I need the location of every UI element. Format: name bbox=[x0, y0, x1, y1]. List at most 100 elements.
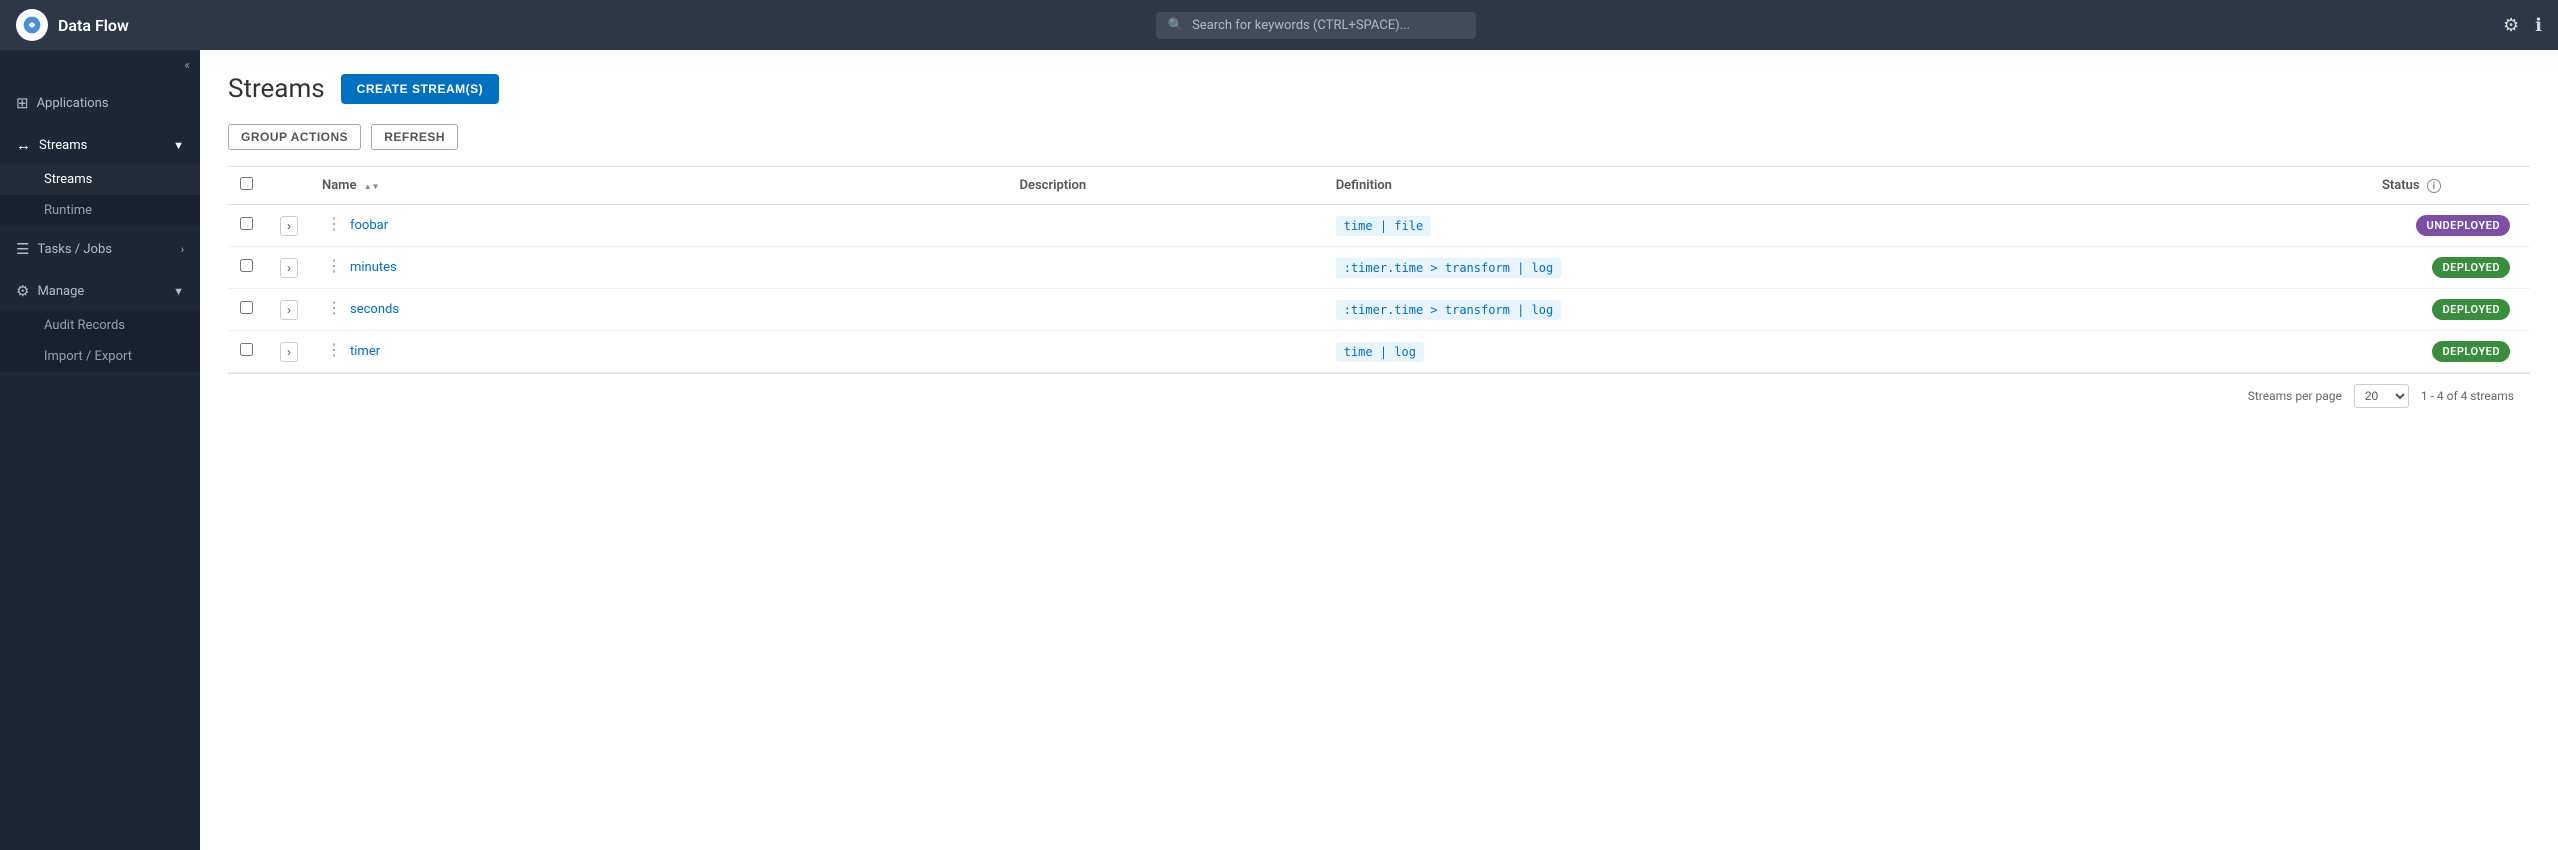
row-checkbox[interactable] bbox=[240, 301, 253, 314]
stream-name-link[interactable]: timer bbox=[350, 344, 380, 359]
action-bar: GROUP ACTIONS REFRESH bbox=[228, 124, 2530, 150]
row-status-cell: DEPLOYED bbox=[2370, 331, 2530, 373]
status-info-icon[interactable]: i bbox=[2427, 179, 2441, 193]
streams-submenu: Streams Runtime bbox=[0, 164, 200, 226]
row-menu-cell: ⋮ timer bbox=[310, 331, 1008, 371]
row-def-cell: time | log bbox=[1324, 331, 2370, 373]
row-checkbox[interactable] bbox=[240, 343, 253, 356]
row-desc-cell bbox=[1008, 205, 1324, 247]
row-checkbox-cell bbox=[228, 289, 268, 331]
definition-tag: time | log bbox=[1336, 342, 1424, 362]
row-expand-cell: › bbox=[268, 205, 310, 247]
create-streams-button[interactable]: CREATE STREAM(S) bbox=[341, 74, 499, 104]
tasks-icon: ☰ bbox=[16, 240, 29, 258]
pagination-bar: Streams per page 20 50 100 1 - 4 of 4 st… bbox=[228, 373, 2530, 418]
sidebar-item-manage[interactable]: ⚙ Manage ▼ bbox=[0, 272, 200, 310]
sidebar-tasks-section: ☰ Tasks / Jobs › bbox=[0, 230, 200, 268]
col-def-header: Definition bbox=[1324, 167, 2370, 205]
row-menu-cell: ⋮ seconds bbox=[310, 289, 1008, 329]
row-checkbox[interactable] bbox=[240, 217, 253, 230]
sidebar-item-audit-records[interactable]: Audit Records bbox=[0, 310, 200, 341]
row-status-cell: UNDEPLOYED bbox=[2370, 205, 2530, 247]
refresh-button[interactable]: REFRESH bbox=[371, 124, 458, 150]
row-menu-cell: ⋮ minutes bbox=[310, 247, 1008, 287]
app-title: Data Flow bbox=[58, 16, 129, 35]
search-bar[interactable]: 🔍 Search for keywords (CTRL+SPACE)... bbox=[1156, 12, 1476, 39]
sidebar-tasks-label: Tasks / Jobs bbox=[37, 242, 112, 257]
table-row: › ⋮ seconds :timer.time > transform | lo… bbox=[228, 289, 2530, 331]
table-body: › ⋮ foobar time | file UNDEPLOYED › ⋮ mi… bbox=[228, 205, 2530, 373]
row-menu-button[interactable]: ⋮ bbox=[322, 257, 346, 277]
table-header: Name ▲▼ Description Definition Status i bbox=[228, 167, 2530, 205]
select-all-checkbox[interactable] bbox=[240, 177, 253, 190]
row-menu-button[interactable]: ⋮ bbox=[322, 215, 346, 235]
sidebar: « ⊞ Applications ↔ Streams ▼ Streams Run… bbox=[0, 50, 200, 850]
row-def-cell: :timer.time > transform | log bbox=[1324, 289, 2370, 331]
row-status-cell: DEPLOYED bbox=[2370, 289, 2530, 331]
streams-icon: ↔ bbox=[16, 136, 31, 154]
definition-tag: :timer.time > transform | log bbox=[1336, 258, 1562, 278]
sidebar-item-streams-runtime[interactable]: Runtime bbox=[0, 195, 200, 226]
collapse-icon: « bbox=[184, 58, 190, 72]
manage-chevron-icon: ▼ bbox=[173, 285, 184, 298]
stream-name-link[interactable]: minutes bbox=[350, 260, 397, 275]
row-menu-button[interactable]: ⋮ bbox=[322, 299, 346, 319]
stream-name-link[interactable]: seconds bbox=[350, 302, 399, 317]
row-checkbox-cell bbox=[228, 331, 268, 373]
per-page-label: Streams per page bbox=[2248, 389, 2342, 403]
sidebar-streams-label: Streams bbox=[39, 138, 87, 153]
sidebar-item-tasks[interactable]: ☰ Tasks / Jobs › bbox=[0, 230, 200, 268]
row-desc-cell bbox=[1008, 289, 1324, 331]
search-placeholder: Search for keywords (CTRL+SPACE)... bbox=[1192, 18, 1410, 33]
status-badge: DEPLOYED bbox=[2432, 257, 2510, 278]
tasks-chevron-icon: › bbox=[181, 243, 184, 256]
sidebar-item-applications[interactable]: ⊞ Applications bbox=[0, 84, 200, 122]
group-actions-button[interactable]: GROUP ACTIONS bbox=[228, 124, 361, 150]
status-badge: DEPLOYED bbox=[2432, 299, 2510, 320]
pagination-range: 1 - 4 of 4 streams bbox=[2421, 389, 2514, 403]
status-badge: UNDEPLOYED bbox=[2416, 215, 2510, 236]
row-menu-cell: ⋮ foobar bbox=[310, 205, 1008, 245]
col-status-header: Status i bbox=[2370, 167, 2530, 205]
info-icon[interactable]: ℹ bbox=[2535, 15, 2542, 36]
row-expand-button[interactable]: › bbox=[280, 300, 298, 320]
sidebar-applications-section: ⊞ Applications bbox=[0, 84, 200, 122]
page-header: Streams CREATE STREAM(S) bbox=[228, 74, 2530, 104]
sidebar-collapse-button[interactable]: « bbox=[0, 50, 200, 80]
table-row: › ⋮ foobar time | file UNDEPLOYED bbox=[228, 205, 2530, 247]
content-area: Streams CREATE STREAM(S) GROUP ACTIONS R… bbox=[200, 50, 2558, 850]
sidebar-manage-label: Manage bbox=[37, 284, 84, 299]
sidebar-item-import-export[interactable]: Import / Export bbox=[0, 341, 200, 372]
sidebar-item-streams[interactable]: ↔ Streams ▼ bbox=[0, 126, 200, 164]
row-desc-cell bbox=[1008, 247, 1324, 289]
row-desc-cell bbox=[1008, 331, 1324, 373]
definition-tag: :timer.time > transform | log bbox=[1336, 300, 1562, 320]
navbar-right: ⚙ ℹ bbox=[2503, 15, 2542, 36]
app-logo bbox=[16, 9, 48, 41]
stream-name-link[interactable]: foobar bbox=[350, 218, 388, 233]
per-page-select[interactable]: 20 50 100 bbox=[2354, 384, 2409, 408]
row-expand-button[interactable]: › bbox=[280, 342, 298, 362]
row-expand-cell: › bbox=[268, 247, 310, 289]
col-checkbox bbox=[228, 167, 268, 205]
manage-icon: ⚙ bbox=[16, 282, 29, 300]
applications-icon: ⊞ bbox=[16, 94, 29, 112]
name-sort-icons: ▲▼ bbox=[364, 182, 380, 191]
sidebar-streams-section: ↔ Streams ▼ Streams Runtime bbox=[0, 126, 200, 226]
definition-tag: time | file bbox=[1336, 216, 1431, 236]
row-menu-button[interactable]: ⋮ bbox=[322, 341, 346, 361]
row-expand-button[interactable]: › bbox=[280, 216, 298, 236]
main-content: Streams CREATE STREAM(S) GROUP ACTIONS R… bbox=[200, 50, 2558, 850]
col-name-header[interactable]: Name ▲▼ bbox=[310, 167, 1008, 205]
navbar-left: Data Flow bbox=[16, 9, 129, 41]
row-expand-button[interactable]: › bbox=[280, 258, 298, 278]
navbar: Data Flow 🔍 Search for keywords (CTRL+SP… bbox=[0, 0, 2558, 50]
row-checkbox-cell bbox=[228, 205, 268, 247]
row-expand-cell: › bbox=[268, 289, 310, 331]
row-checkbox[interactable] bbox=[240, 259, 253, 272]
sidebar-item-streams-streams[interactable]: Streams bbox=[0, 164, 200, 195]
col-desc-header: Description bbox=[1008, 167, 1324, 205]
col-expand bbox=[268, 167, 310, 205]
settings-icon[interactable]: ⚙ bbox=[2503, 15, 2519, 36]
layout: « ⊞ Applications ↔ Streams ▼ Streams Run… bbox=[0, 50, 2558, 850]
